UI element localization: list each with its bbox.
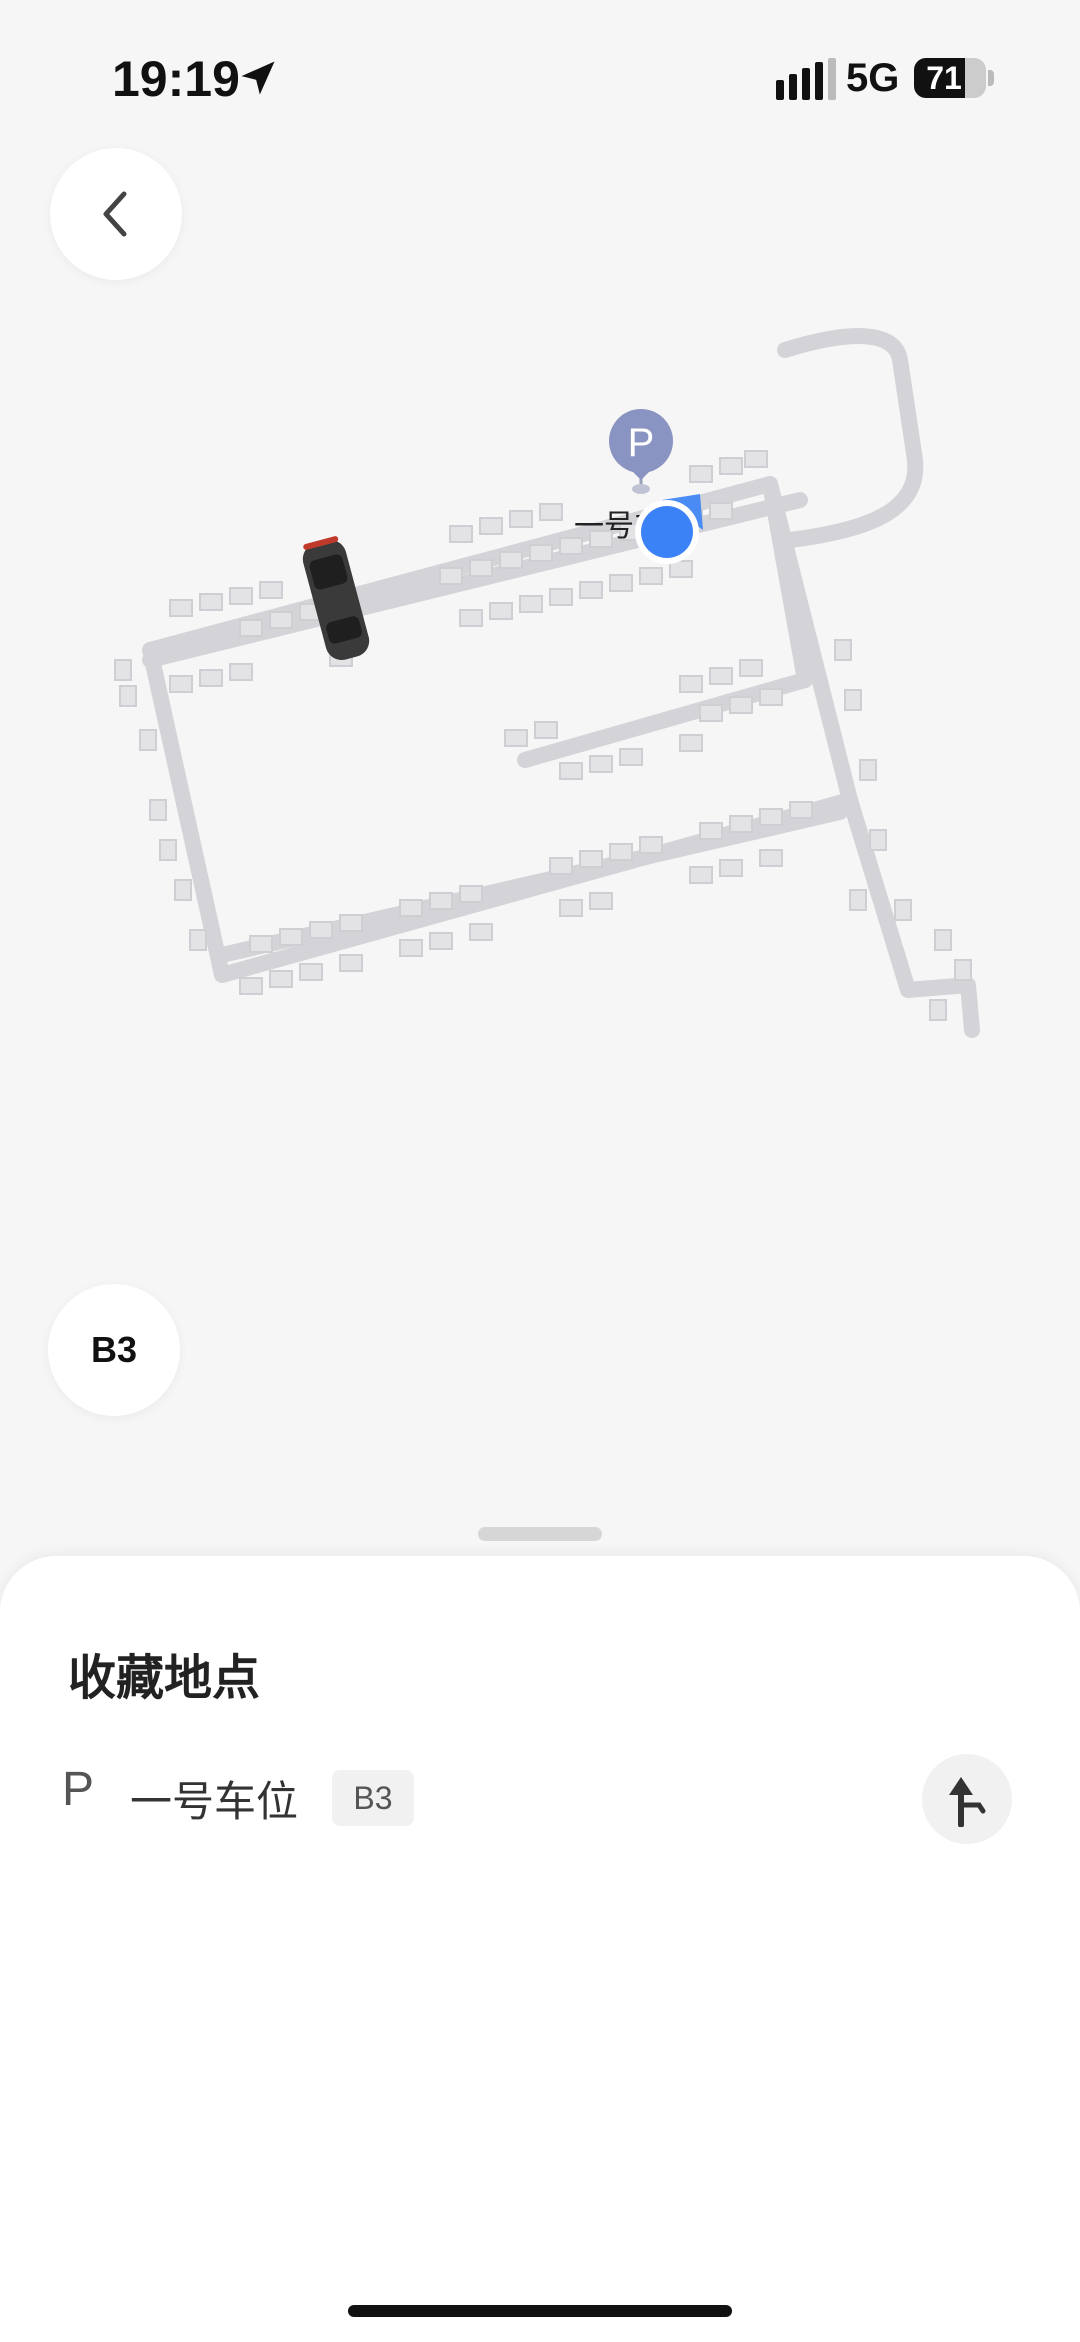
status-bar: 19:19 5G 71 (0, 0, 1080, 160)
floor-label: B3 (90, 1329, 138, 1370)
location-dot-icon (635, 494, 703, 564)
floor-badge: B3 (332, 1770, 414, 1826)
navigate-button[interactable] (922, 1754, 1012, 1844)
signal-icon (776, 58, 836, 100)
road-network (142, 328, 980, 1038)
home-indicator (348, 2305, 732, 2317)
sheet-drag-handle[interactable] (478, 1527, 602, 1541)
favorite-item[interactable]: P 一号车位 B3 (0, 1746, 1080, 1856)
favorite-name: 一号车位 (130, 1778, 299, 1825)
battery-level: 71 (926, 60, 962, 96)
chevron-left-icon (103, 191, 127, 237)
back-button[interactable] (50, 148, 182, 280)
parking-pin-letter: P (628, 421, 655, 465)
turn-navigation-icon (949, 1777, 986, 1827)
sheet-title: 收藏地点 (68, 1652, 261, 1705)
parking-icon: P (62, 1763, 95, 1816)
battery-icon: 71 (914, 58, 986, 98)
parking-map[interactable]: P 一号车位 (0, 300, 1080, 1100)
battery-nub (988, 70, 994, 86)
clock: 19:19 (112, 51, 240, 107)
parking-pin-icon: P (609, 409, 673, 494)
network-type: 5G (846, 56, 900, 100)
floor-selector-button[interactable]: B3 (48, 1284, 180, 1416)
location-arrow-icon (241, 61, 275, 95)
favorites-sheet: 收藏地点 P 一号车位 B3 (0, 1556, 1080, 2342)
